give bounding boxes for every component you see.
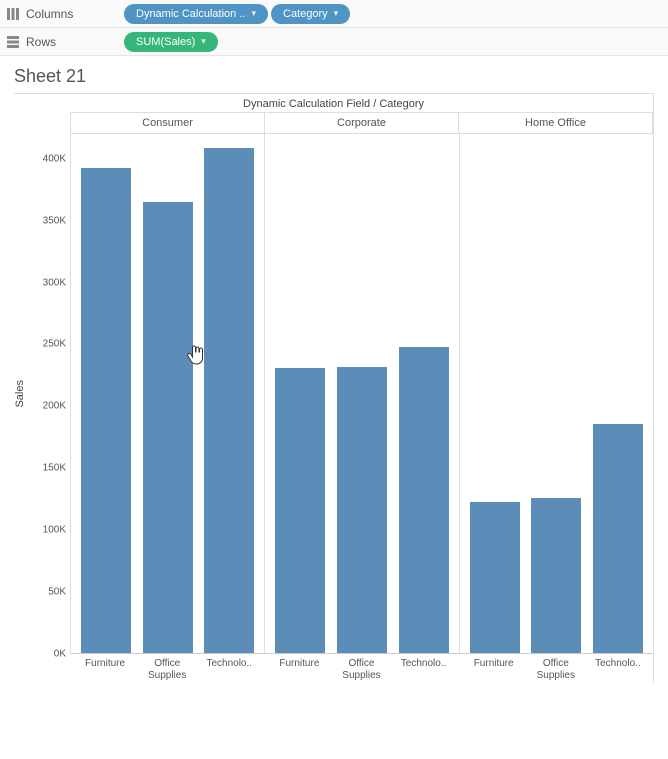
chart-bar[interactable] [470,502,520,653]
category-label[interactable]: OfficeSupplies [142,658,192,681]
y-tick-label: 400K [34,153,66,164]
axis-title-top: Dynamic Calculation Field / Category [14,94,653,112]
columns-shelf-label-wrap: Columns [6,7,116,21]
category-label[interactable]: OfficeSupplies [531,658,581,681]
y-tick-label: 250K [34,339,66,350]
chart-bar[interactable] [337,367,387,653]
chart-bar[interactable] [81,168,131,653]
chart-bar[interactable] [399,347,449,653]
category-label[interactable]: Technolo.. [399,658,449,681]
columns-icon [6,7,20,21]
category-group: Furniture OfficeSupplies Technolo.. [70,654,264,683]
pill[interactable]: Dynamic Calculation ..▾ [124,4,268,24]
y-tick-label: 0K [34,649,66,660]
y-tick-label: 300K [34,277,66,288]
chart-panel [459,134,653,653]
chart-panel [70,134,264,653]
chart-bar[interactable] [593,424,643,653]
category-label[interactable]: OfficeSupplies [336,658,386,681]
chevron-down-icon: ▾ [334,8,339,19]
group-header-row: ConsumerCorporateHome Office [70,112,653,134]
plot-area[interactable] [70,134,653,654]
chart-bar[interactable] [143,202,193,653]
chevron-down-icon: ▾ [251,8,256,19]
category-group: Furniture OfficeSupplies Technolo.. [459,654,653,683]
y-axis-ticks: 0K50K100K150K200K250K300K350K400K [30,134,70,654]
group-header[interactable]: Consumer [70,112,264,134]
category-group: Furniture OfficeSupplies Technolo.. [264,654,458,683]
pill[interactable]: Category▾ [271,4,350,24]
columns-shelf-label: Columns [26,7,73,21]
chart-bar[interactable] [531,498,581,653]
y-axis-title: Sales [14,380,30,408]
chevron-down-icon: ▾ [201,36,206,47]
chart-panel [264,134,458,653]
group-header[interactable]: Home Office [458,112,653,134]
chart-bar[interactable] [204,148,254,653]
rows-icon [6,35,20,49]
category-label[interactable]: Furniture [469,658,519,681]
y-axis: Sales 0K50K100K150K200K250K300K350K400K [14,134,70,654]
rows-shelf[interactable]: Rows SUM(Sales)▾ [0,28,668,56]
y-tick-label: 350K [34,215,66,226]
group-header[interactable]: Corporate [264,112,458,134]
category-label[interactable]: Furniture [80,658,130,681]
chart-bar[interactable] [275,368,325,653]
sheet-title[interactable]: Sheet 21 [14,66,654,87]
y-tick-label: 100K [34,525,66,536]
category-label-row: FurnitureOfficeSuppliesTechnolo..Furnitu… [70,654,653,683]
category-label[interactable]: Technolo.. [593,658,643,681]
y-tick-label: 150K [34,463,66,474]
chart: Dynamic Calculation Field / Category Con… [14,93,654,683]
category-label[interactable]: Furniture [274,658,324,681]
sheet-area: Sheet 21 Dynamic Calculation Field / Cat… [0,56,668,691]
rows-shelf-label: Rows [26,35,56,49]
columns-shelf[interactable]: Columns Dynamic Calculation ..▾ Category… [0,0,668,28]
y-tick-label: 50K [34,587,66,598]
y-tick-label: 200K [34,401,66,412]
rows-shelf-label-wrap: Rows [6,35,116,49]
pill[interactable]: SUM(Sales)▾ [124,32,218,52]
category-label[interactable]: Technolo.. [204,658,254,681]
